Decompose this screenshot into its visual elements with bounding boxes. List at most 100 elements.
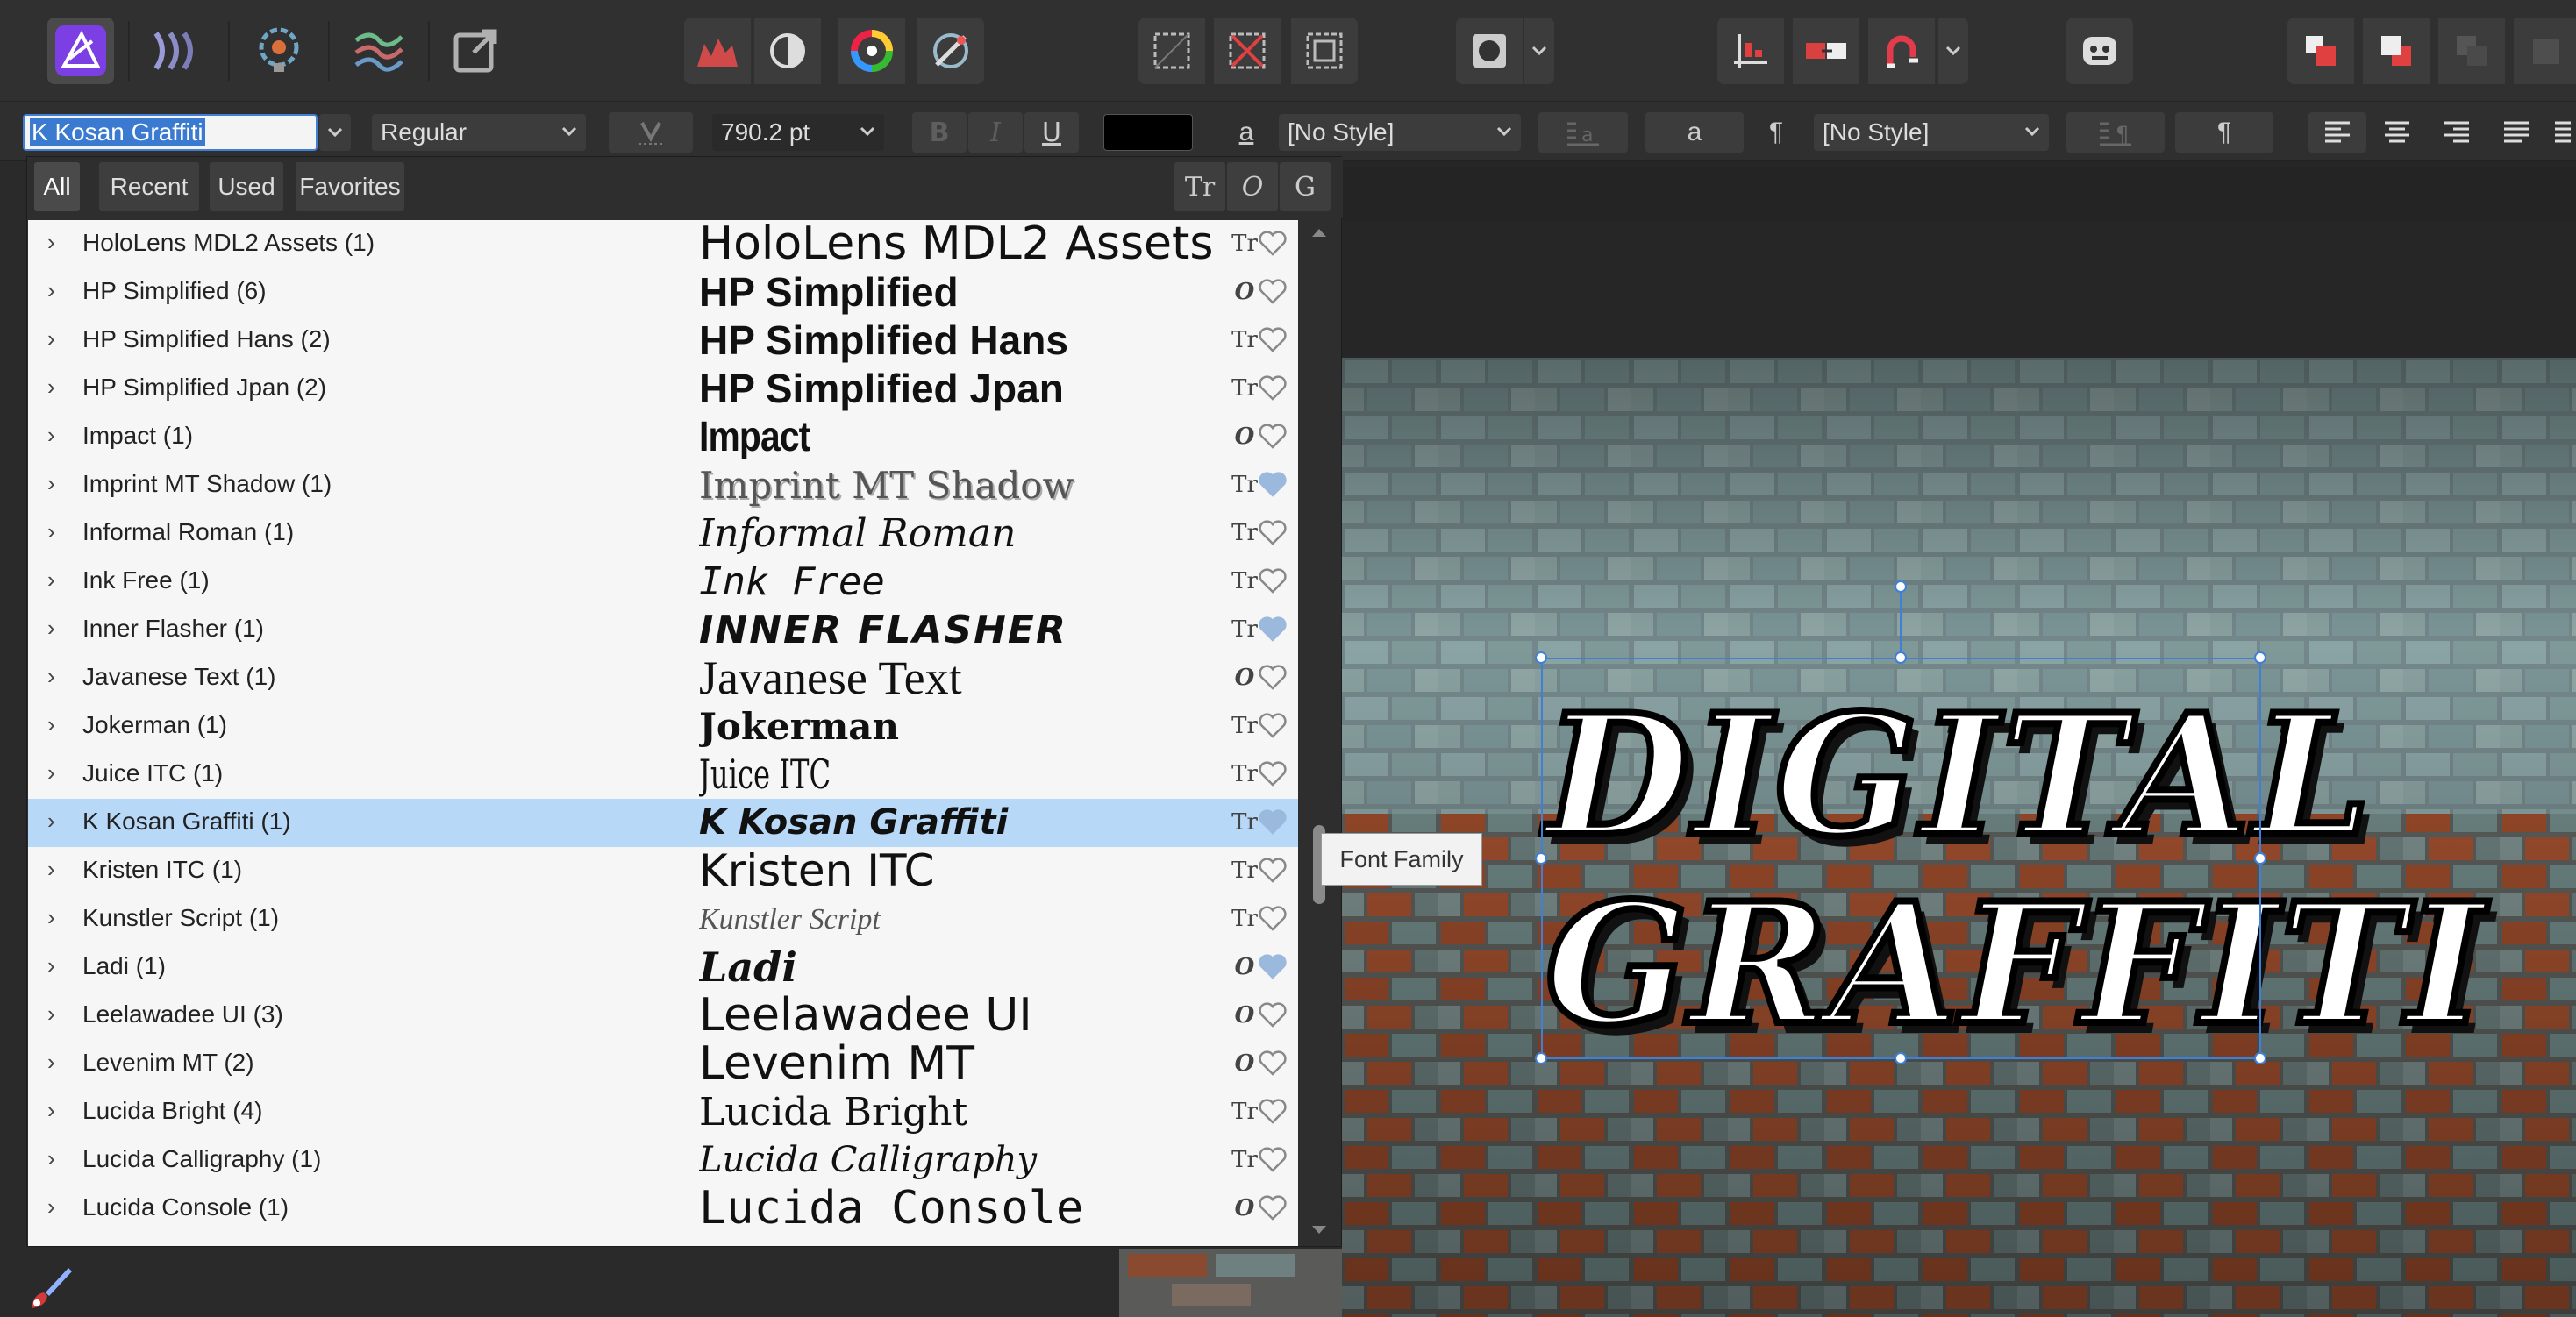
favorite-heart-icon[interactable]	[1258, 616, 1288, 643]
font-list-item[interactable]: › HP Simplified Jpan (2) HP Simplified Jpa…	[28, 365, 1298, 413]
expand-chevron-icon[interactable]: ›	[47, 952, 70, 979]
expand-chevron-icon[interactable]: ›	[47, 1145, 70, 1172]
font-list-item[interactable]: › K Kosan Graffiti (1) K Kosan Graffiti Tr	[28, 799, 1298, 847]
font-list-item[interactable]: › Ink Free (1) Ink Free Tr	[28, 558, 1298, 606]
expand-chevron-icon[interactable]: ›	[47, 422, 70, 449]
font-size-field[interactable]: 790.2 pt	[712, 114, 884, 151]
expand-chevron-icon[interactable]: ›	[47, 1000, 70, 1028]
expand-chevron-icon[interactable]: ›	[47, 518, 70, 545]
expand-chevron-icon[interactable]: ›	[47, 856, 70, 883]
arrange-front-button[interactable]	[2438, 18, 2505, 84]
histogram-button[interactable]	[684, 18, 751, 84]
font-list-item[interactable]: › Javanese Text (1) Javanese Text O	[28, 654, 1298, 702]
selection-handle-top-left[interactable]	[1535, 651, 1547, 664]
develop-persona-button[interactable]	[246, 18, 312, 84]
selection-handle-bottom-left[interactable]	[1535, 1052, 1547, 1064]
favorite-heart-icon[interactable]	[1258, 665, 1288, 691]
expand-chevron-icon[interactable]: ›	[47, 229, 70, 256]
expand-chevron-icon[interactable]: ›	[47, 566, 70, 594]
font-family-dropdown[interactable]	[319, 114, 351, 151]
tab-favorites[interactable]: Favorites	[296, 162, 404, 211]
expand-chevron-icon[interactable]: ›	[47, 808, 70, 835]
auto-adjust-button[interactable]	[917, 18, 984, 84]
favorite-heart-icon[interactable]	[1258, 520, 1288, 546]
font-list-item[interactable]: › Impact (1) Impact O	[28, 413, 1298, 461]
character-style-preview[interactable]: a	[1645, 112, 1744, 153]
favorite-heart-icon[interactable]	[1258, 1147, 1288, 1173]
font-list-item[interactable]: › Informal Roman (1) Informal Roman Tr	[28, 509, 1298, 558]
expand-chevron-icon[interactable]: ›	[47, 1193, 70, 1221]
font-list-item[interactable]: › Kunstler Script (1) Kunstler Script Tr	[28, 895, 1298, 943]
quick-mask-dropdown[interactable]	[1524, 18, 1554, 84]
favorite-heart-icon[interactable]	[1258, 279, 1288, 305]
tab-all[interactable]: All	[34, 162, 80, 211]
arrange-back-button[interactable]	[2287, 18, 2354, 84]
font-list-item[interactable]: › Kristen ITC (1) Kristen ITC Tr	[28, 847, 1298, 895]
font-list-item[interactable]: › HoloLens MDL2 Assets (1) HoloLens MDL2 A…	[28, 220, 1298, 268]
brightness-contrast-button[interactable]	[754, 18, 821, 84]
font-list-item[interactable]: › Jokerman (1) Jokerman Tr	[28, 702, 1298, 751]
expand-chevron-icon[interactable]: ›	[47, 1049, 70, 1076]
arrange-more-button[interactable]	[2514, 18, 2576, 84]
opentype-filter-button[interactable]: O	[1227, 162, 1278, 211]
justify-button[interactable]	[2487, 112, 2545, 153]
align-left-button[interactable]	[2308, 112, 2366, 153]
expand-chevron-icon[interactable]: ›	[47, 470, 70, 497]
assistant-button[interactable]	[2066, 18, 2133, 84]
truetype-filter-button[interactable]: Tr	[1174, 162, 1225, 211]
paragraph-style-button[interactable]: ¶	[1754, 112, 1798, 153]
align-center-button[interactable]	[2368, 112, 2426, 153]
export-persona-button[interactable]	[442, 18, 509, 84]
tab-recent[interactable]: Recent	[99, 162, 199, 211]
favorite-heart-icon[interactable]	[1258, 327, 1288, 353]
more-alignment-button[interactable]	[2547, 112, 2576, 153]
paragraph-style-select[interactable]: [No Style]	[1814, 114, 2049, 151]
font-list-scrollbar[interactable]	[1299, 220, 1341, 1246]
favorite-heart-icon[interactable]	[1258, 858, 1288, 884]
font-list-item[interactable]: › HP Simplified (6) HP Simplified O	[28, 268, 1298, 317]
font-list-item[interactable]: › HP Simplified Hans (2) HP Simplified Han…	[28, 317, 1298, 365]
favorite-heart-icon[interactable]	[1258, 713, 1288, 739]
expand-chevron-icon[interactable]: ›	[47, 904, 70, 931]
tab-used[interactable]: Used	[210, 162, 283, 211]
favorite-heart-icon[interactable]	[1258, 1099, 1288, 1125]
font-list-item[interactable]: › Inner Flasher (1) INNER FLASHER Tr	[28, 606, 1298, 654]
favorite-heart-icon[interactable]	[1258, 906, 1288, 932]
snap-magnet-button[interactable]	[1868, 18, 1935, 84]
character-style-select[interactable]: [No Style]	[1279, 114, 1521, 151]
expand-chevron-icon[interactable]: ›	[47, 663, 70, 690]
expand-chevron-icon[interactable]: ›	[47, 325, 70, 352]
scroll-up-icon[interactable]	[1309, 225, 1329, 239]
quick-mask-button[interactable]	[1456, 18, 1523, 84]
favorite-heart-icon[interactable]	[1258, 472, 1288, 498]
favorite-heart-icon[interactable]	[1258, 424, 1288, 450]
selection-handle-bottom[interactable]	[1895, 1052, 1907, 1064]
select-all-button[interactable]	[1138, 18, 1205, 84]
expand-chevron-icon[interactable]: ›	[47, 759, 70, 787]
rotation-handle[interactable]	[1895, 580, 1907, 593]
paragraph-style-preview[interactable]: ¶	[2175, 112, 2273, 153]
paint-brush-tool-button[interactable]	[25, 1263, 75, 1313]
character-style-button[interactable]: a	[1219, 112, 1274, 153]
selection-handle-bottom-right[interactable]	[2254, 1052, 2266, 1064]
expand-chevron-icon[interactable]: ›	[47, 711, 70, 738]
text-color-swatch[interactable]	[1103, 114, 1193, 151]
italic-button[interactable]: I	[968, 112, 1023, 153]
force-pixel-alignment-button[interactable]	[1793, 18, 1859, 84]
tracking-button[interactable]	[609, 112, 693, 153]
underline-button[interactable]: U	[1024, 112, 1079, 153]
color-wheel-button[interactable]	[838, 18, 905, 84]
selection-handle-top[interactable]	[1895, 651, 1907, 664]
font-family-input[interactable]: K Kosan Graffiti	[30, 118, 205, 146]
selection-handle-left[interactable]	[1535, 852, 1547, 865]
favorite-heart-icon[interactable]	[1258, 954, 1288, 980]
favorite-heart-icon[interactable]	[1258, 1195, 1288, 1221]
google-font-filter-button[interactable]: G	[1280, 162, 1331, 211]
font-size-value[interactable]: 790.2 pt	[721, 118, 810, 146]
font-list-item[interactable]: › Leelawadee UI (3) Leelawadee UI O	[28, 992, 1298, 1040]
expand-chevron-icon[interactable]: ›	[47, 615, 70, 642]
deselect-button[interactable]	[1214, 18, 1281, 84]
align-right-button[interactable]	[2428, 112, 2486, 153]
font-list-item[interactable]: › Levenim MT (2) Levenim MT O	[28, 1040, 1298, 1088]
font-style-select[interactable]: Regular	[372, 114, 586, 151]
